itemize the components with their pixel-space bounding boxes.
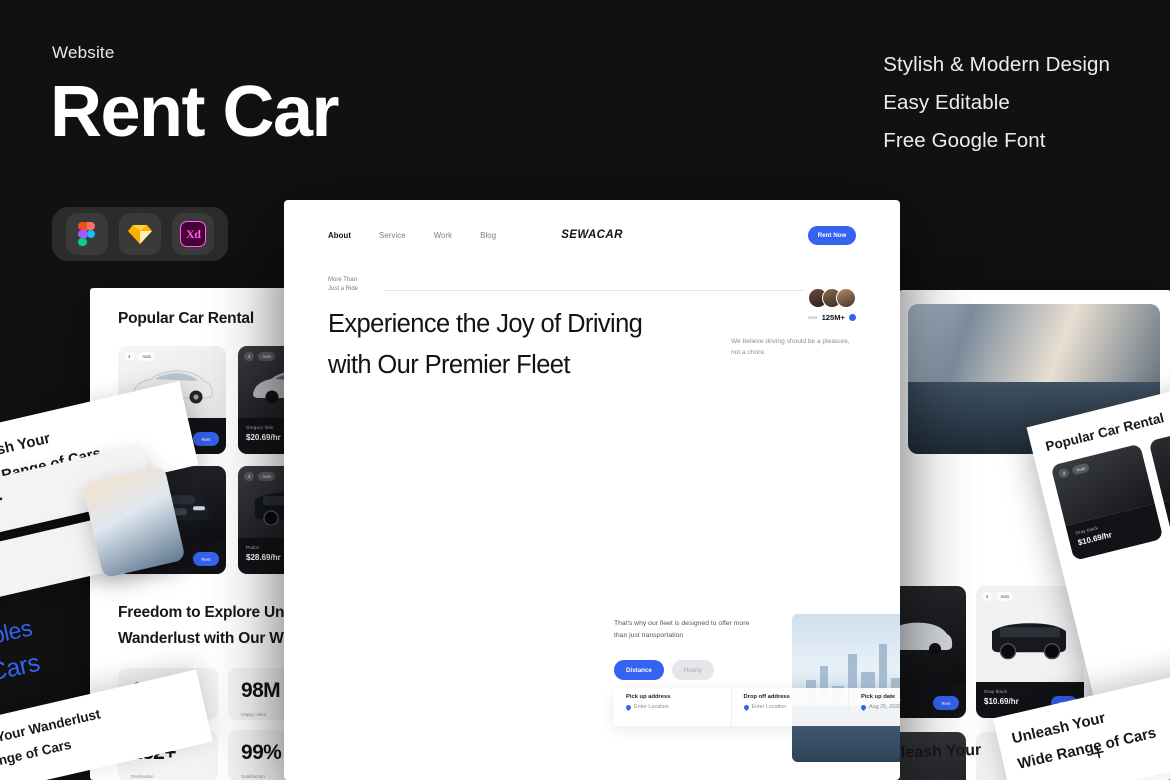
booking-tabs: Distance Hourly (614, 660, 714, 680)
car-meta: Bmw silver $10.69/hr Rent (900, 682, 966, 718)
figma-tool-tile[interactable] (65, 213, 108, 255)
poster-stage: Website Rent Car Stylish & Modern Design… (0, 0, 1170, 780)
field-label: Pick up date (861, 694, 896, 700)
seats-chip: 4 (244, 352, 255, 361)
figma-icon (78, 221, 96, 247)
sketch-tool-tile[interactable] (118, 213, 161, 255)
calendar-pin-icon (859, 703, 868, 711)
user-count-row: User 125M+ (731, 313, 856, 322)
fleet-note: That's why our fleet is designed to offe… (614, 620, 750, 639)
user-avatar-group (731, 288, 856, 308)
adobe-xd-tool-tile[interactable]: Xd (172, 213, 215, 255)
field-label: Pick up address (626, 694, 671, 700)
pickup-address-field[interactable]: Pick up address Enter Location (614, 688, 732, 726)
pickup-date-value: Aug 25, 2025 (869, 704, 900, 710)
nav-item-about[interactable]: About (328, 231, 351, 240)
suv-silhouette-icon (992, 623, 1066, 660)
transmission-chip: Auto (258, 352, 275, 361)
tab-distance[interactable]: Distance (614, 660, 664, 680)
car-thumbnail (900, 586, 966, 682)
nav-item-service[interactable]: Service (379, 231, 406, 240)
car-card[interactable]: 4 Auto Gray black $10.69/hr Rent (976, 586, 1084, 718)
dropoff-address-field[interactable]: Drop off address Enter Location (732, 688, 849, 726)
car-name: Bmw silver (900, 689, 958, 694)
location-pin-icon (742, 703, 750, 711)
car-chip-row: 4 Auto (1057, 462, 1091, 479)
car-thumbnail: 4 Auto (976, 586, 1084, 682)
site-navbar: About Service Work Blog SEWACAR Rent Now (284, 200, 900, 270)
transmission-chip: Auto (138, 352, 155, 361)
seats-chip: 4 (982, 592, 993, 601)
pickup-date-field[interactable]: Pick up date Aug 25, 2025 (849, 688, 900, 726)
xd-icon: Xd (180, 221, 207, 247)
car-card[interactable]: Bmw silver $10.69/hr Rent (900, 586, 966, 718)
stat-label: Happy client (241, 712, 267, 717)
promo-feature-list: Stylish & Modern Design Easy Editable Fr… (883, 46, 1110, 160)
transmission-chip: Auto (996, 592, 1013, 601)
car-chip-row: 4 Auto (244, 472, 275, 481)
car-silhouette-icon (900, 622, 953, 655)
seats-chip: 4 (1057, 467, 1071, 479)
hero-side-block: User 125M+ We believe driving should be … (731, 288, 856, 358)
promo-feature-item: Stylish & Modern Design (883, 53, 1110, 76)
user-count-label: User (807, 315, 818, 320)
car-chip-row: 4 Auto (124, 352, 155, 361)
site-logo: SEWACAR (561, 229, 623, 241)
promo-feature-item: Easy Editable (883, 91, 1010, 114)
seats-chip: 4 (124, 352, 135, 361)
car-name: Gray black (984, 689, 1007, 694)
field-value: Aug 25, 2025 (859, 703, 900, 711)
rent-now-button[interactable]: Rent Now (808, 225, 856, 245)
hero-eyebrow-line1: More Than (328, 277, 357, 283)
nav-item-blog[interactable]: Blog (480, 231, 496, 240)
rent-button[interactable]: Rent (193, 432, 219, 446)
car-chip-row: 4 Auto (244, 352, 275, 361)
booking-bar: Pick up address Enter Location Drop off … (614, 688, 900, 726)
hero-side-text: We believe driving should be a pleasure,… (731, 338, 850, 356)
car-card[interactable]: 4 Auto Gray black $10.69/hr (1050, 443, 1164, 561)
user-count-value: 125M+ (821, 313, 845, 322)
field-label: Drop off address (743, 694, 790, 700)
rent-button[interactable]: Rent (193, 552, 219, 566)
nav-links: About Service Work Blog (328, 231, 496, 240)
rent-button[interactable]: Rent (933, 696, 959, 710)
transmission-chip: Auto (1071, 462, 1091, 476)
avatar (836, 288, 856, 308)
bottom-unleash-text: Unleash Your (879, 739, 1070, 780)
promo-label: Website (52, 43, 115, 62)
center-mockup-panel: About Service Work Blog SEWACAR Rent Now… (284, 200, 900, 780)
nav-item-work[interactable]: Work (434, 231, 452, 240)
pickup-address-value: Enter Location (634, 704, 669, 710)
location-pin-icon (624, 703, 633, 711)
sketch-icon (127, 225, 152, 244)
promo-feature-item: Free Google Font (883, 129, 1046, 152)
stat-label: Destination (131, 774, 154, 779)
dropoff-address-value: Enter Location (751, 704, 787, 710)
design-tool-tray: Xd (52, 207, 228, 261)
field-value: Enter Location (624, 703, 731, 711)
transmission-chip: Auto (258, 472, 275, 481)
verified-dot-icon (849, 314, 856, 321)
page-title: Rent Car (50, 72, 340, 152)
tab-hourly[interactable]: Hourly (671, 660, 714, 680)
car-chip-row: 4 Auto (982, 592, 1013, 601)
stat-label: Satisfaction (241, 774, 265, 779)
seats-chip: 4 (244, 472, 255, 481)
car-thumbnail (1148, 419, 1170, 502)
field-value: Enter Location (742, 703, 849, 711)
